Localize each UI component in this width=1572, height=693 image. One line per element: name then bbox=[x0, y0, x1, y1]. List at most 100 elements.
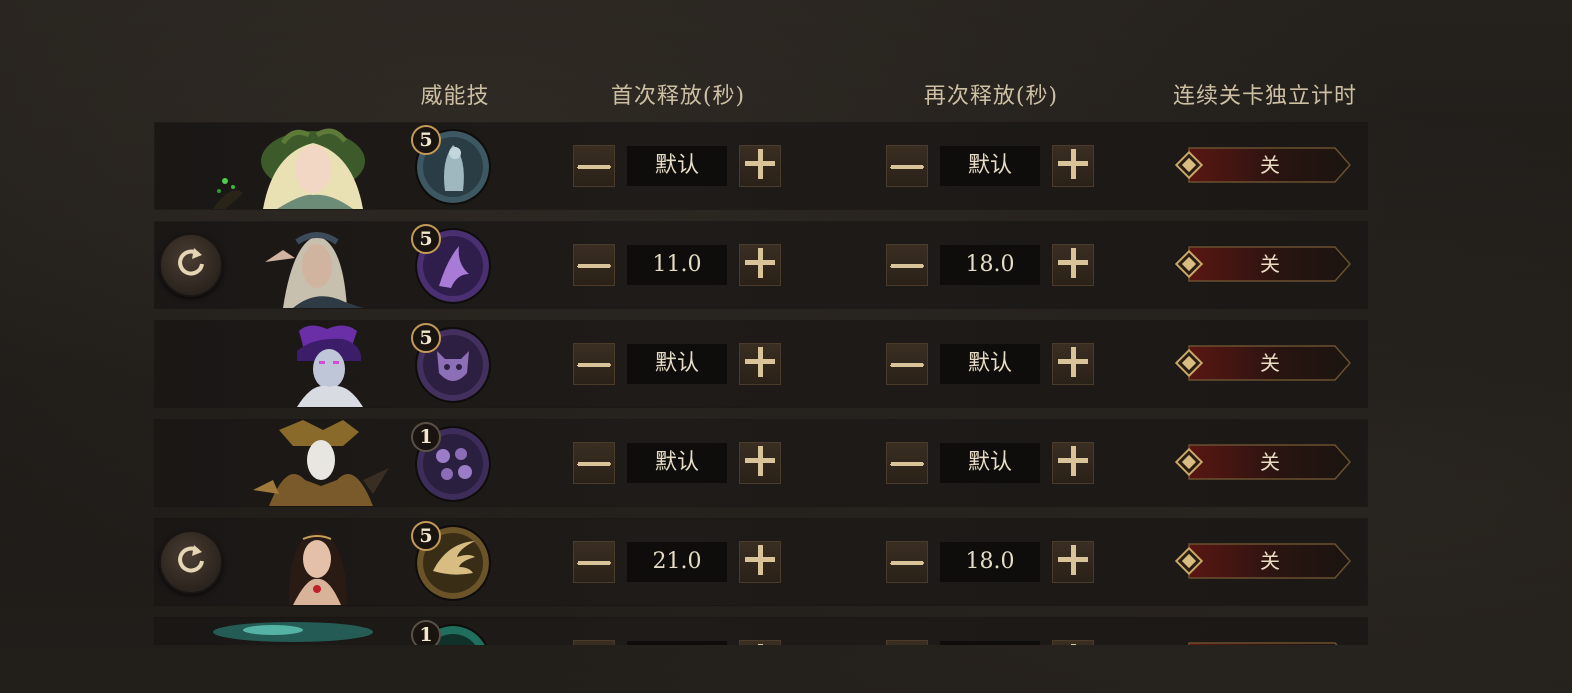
second-release-plus-button[interactable] bbox=[1052, 640, 1094, 645]
reset-icon bbox=[174, 246, 208, 284]
second-release-minus-button[interactable] bbox=[886, 145, 928, 187]
skill-level-badge: 5 bbox=[411, 224, 441, 254]
first-release-stepper: 11.0 bbox=[573, 244, 781, 286]
skill-level-badge: 1 bbox=[411, 620, 441, 645]
second-release-minus-button[interactable] bbox=[886, 442, 928, 484]
first-release-minus-button[interactable] bbox=[573, 343, 615, 385]
stage-timer-toggle[interactable]: 关 bbox=[1174, 444, 1352, 480]
first-release-value: 默认 bbox=[627, 443, 727, 483]
first-release-minus-button[interactable] bbox=[573, 640, 615, 645]
plus-icon bbox=[1056, 345, 1090, 383]
skill-slot[interactable]: 1 bbox=[411, 620, 493, 645]
skill-level-badge: 1 bbox=[411, 422, 441, 452]
stage-timer-toggle[interactable]: 关 bbox=[1174, 147, 1352, 183]
second-release-plus-button[interactable] bbox=[1052, 145, 1094, 187]
second-release-value: 默认 bbox=[940, 344, 1040, 384]
plus-icon bbox=[743, 642, 777, 645]
second-release-minus-button[interactable] bbox=[886, 244, 928, 286]
stage-timer-toggle-label: 关 bbox=[1260, 351, 1280, 375]
second-release-plus-button[interactable] bbox=[1052, 244, 1094, 286]
first-release-minus-button[interactable] bbox=[573, 145, 615, 187]
stage-timer-toggle-label: 关 bbox=[1260, 252, 1280, 276]
minus-icon bbox=[889, 553, 925, 572]
stage-timer-toggle[interactable] bbox=[1175, 642, 1351, 645]
first-release-plus-button[interactable] bbox=[739, 442, 781, 484]
hero-row: 5 11.0 18.0 关 bbox=[155, 222, 1367, 308]
second-release-value: 18.0 bbox=[940, 245, 1040, 285]
stage-timer-toggle-label bbox=[1175, 642, 1351, 645]
minus-icon bbox=[576, 355, 612, 374]
second-release-stepper: 默认 bbox=[886, 145, 1094, 187]
hero-row: 5 默认 默认 关 bbox=[155, 321, 1367, 407]
minus-icon bbox=[576, 553, 612, 572]
skill-timing-panel: 威能技 首次释放(秒) 再次释放(秒) 连续关卡独立计时 5 默认 默认关 5 11.0… bbox=[0, 0, 1572, 693]
hero-portrait bbox=[213, 420, 393, 506]
first-release-minus-button[interactable] bbox=[573, 541, 615, 583]
second-release-stepper: 18.0 bbox=[886, 244, 1094, 286]
first-release-stepper: 21.0 bbox=[573, 541, 781, 583]
hero-portrait bbox=[213, 321, 393, 407]
second-release-stepper: 默认 bbox=[886, 343, 1094, 385]
minus-icon bbox=[889, 454, 925, 473]
second-release-plus-button[interactable] bbox=[1052, 343, 1094, 385]
skill-level-badge: 5 bbox=[411, 323, 441, 353]
second-release-minus-button[interactable] bbox=[886, 541, 928, 583]
first-release-stepper: 默认 bbox=[573, 343, 781, 385]
skill-slot[interactable]: 5 bbox=[411, 521, 493, 603]
hero-portrait bbox=[213, 123, 393, 209]
skill-slot[interactable]: 5 bbox=[411, 125, 493, 207]
first-release-value: 21.0 bbox=[627, 542, 727, 582]
hero-row: 5 21.0 18.0 关 bbox=[155, 519, 1367, 605]
first-release-minus-button[interactable] bbox=[573, 244, 615, 286]
skill-slot[interactable]: 5 bbox=[411, 224, 493, 306]
plus-icon bbox=[1056, 642, 1090, 645]
plus-icon bbox=[1056, 246, 1090, 284]
plus-icon bbox=[1056, 444, 1090, 482]
minus-icon bbox=[576, 454, 612, 473]
minus-icon bbox=[889, 256, 925, 275]
stage-timer-toggle[interactable]: 关 bbox=[1174, 246, 1352, 282]
plus-icon bbox=[743, 147, 777, 185]
second-release-stepper bbox=[886, 640, 1094, 645]
stage-timer-toggle-label: 关 bbox=[1260, 549, 1280, 573]
stage-timer-toggle[interactable]: 关 bbox=[1174, 543, 1352, 579]
hero-rows-list: 5 默认 默认关 5 11.0 18.0 关 5 默认 默认关 1 默认 默认关 5 21.0 18.0 关 1 bbox=[0, 0, 1572, 645]
hero-portrait bbox=[213, 222, 393, 308]
plus-icon bbox=[743, 543, 777, 581]
first-release-plus-button[interactable] bbox=[739, 640, 781, 645]
first-release-value: 默认 bbox=[627, 344, 727, 384]
hero-row: 1 默认 默认 关 bbox=[155, 420, 1367, 506]
hero-row: 1 bbox=[155, 618, 1367, 645]
skill-slot[interactable]: 5 bbox=[411, 323, 493, 405]
hero-portrait bbox=[213, 519, 393, 605]
reset-icon bbox=[174, 543, 208, 581]
first-release-stepper: 默认 bbox=[573, 442, 781, 484]
first-release-stepper bbox=[573, 640, 781, 645]
hero-row: 5 默认 默认 关 bbox=[155, 123, 1367, 209]
first-release-stepper: 默认 bbox=[573, 145, 781, 187]
second-release-plus-button[interactable] bbox=[1052, 541, 1094, 583]
second-release-value bbox=[940, 641, 1040, 645]
second-release-value: 18.0 bbox=[940, 542, 1040, 582]
second-release-plus-button[interactable] bbox=[1052, 442, 1094, 484]
first-release-minus-button[interactable] bbox=[573, 442, 615, 484]
skill-level-badge: 5 bbox=[411, 521, 441, 551]
first-release-plus-button[interactable] bbox=[739, 541, 781, 583]
first-release-value bbox=[627, 641, 727, 645]
stage-timer-toggle-label: 关 bbox=[1260, 450, 1280, 474]
second-release-stepper: 18.0 bbox=[886, 541, 1094, 583]
first-release-plus-button[interactable] bbox=[739, 244, 781, 286]
plus-icon bbox=[1056, 543, 1090, 581]
skill-slot[interactable]: 1 bbox=[411, 422, 493, 504]
hero-portrait bbox=[213, 618, 393, 645]
second-release-minus-button[interactable] bbox=[886, 343, 928, 385]
first-release-plus-button[interactable] bbox=[739, 145, 781, 187]
first-release-value: 11.0 bbox=[627, 245, 727, 285]
first-release-plus-button[interactable] bbox=[739, 343, 781, 385]
stage-timer-toggle[interactable]: 关 bbox=[1174, 345, 1352, 381]
second-release-stepper: 默认 bbox=[886, 442, 1094, 484]
minus-icon bbox=[576, 256, 612, 275]
first-release-value: 默认 bbox=[627, 146, 727, 186]
second-release-minus-button[interactable] bbox=[886, 640, 928, 645]
plus-icon bbox=[743, 345, 777, 383]
